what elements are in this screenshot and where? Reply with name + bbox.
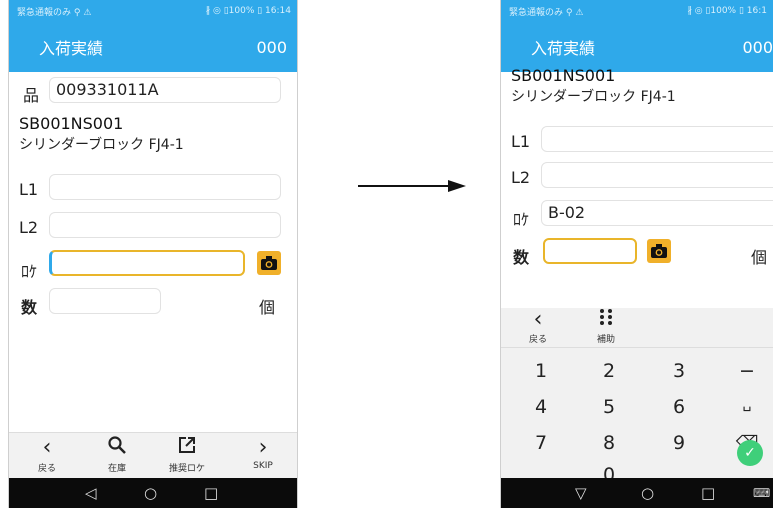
product-name: シリンダーブロック FJ4-1 <box>19 137 184 153</box>
l2-label: L2 <box>19 218 39 237</box>
back-label: 戻る <box>37 464 56 474</box>
status-bar: 緊急通報のみ ⚲ ⚠ ∦ ◎ ▯100% ▯ 16:1 <box>501 0 773 22</box>
quantity-label: 数 <box>513 248 530 267</box>
record-count: 000 <box>742 37 773 57</box>
camera-icon <box>261 256 277 270</box>
key-4[interactable]: 4 <box>521 396 561 418</box>
keyboard-back-button[interactable]: ‹ 戻る <box>523 308 553 348</box>
record-count: 000 <box>256 37 287 57</box>
keyboard-assist-label: 補助 <box>596 335 615 345</box>
l1-label: L1 <box>19 180 39 199</box>
key-9[interactable]: 9 <box>659 432 699 454</box>
stock-button[interactable]: 在庫 <box>97 433 137 479</box>
l2-field[interactable] <box>49 212 281 238</box>
unit-label: 個 <box>259 298 276 317</box>
nav-home-icon[interactable]: ○ <box>641 483 654 503</box>
key-8[interactable]: 8 <box>589 432 629 454</box>
transition-arrow-icon <box>358 180 466 192</box>
quantity-field[interactable] <box>49 288 161 314</box>
numeric-keyboard: ‹ 戻る 補助 1 2 3 − 4 5 6 ␣ 7 8 9 ⌫ , 0 . <box>501 308 773 486</box>
app-bar: 入荷実績 000 <box>9 22 297 72</box>
system-nav-bar: ◁ ○ □ <box>9 478 297 508</box>
l1-field[interactable] <box>541 126 773 152</box>
location-label: ﾛｹ <box>513 210 530 229</box>
camera-button[interactable] <box>647 239 671 263</box>
product-name: シリンダーブロック FJ4-1 <box>511 89 676 105</box>
nav-home-icon[interactable]: ○ <box>144 483 157 503</box>
key-2[interactable]: 2 <box>589 360 629 382</box>
key-minus[interactable]: − <box>727 360 767 382</box>
location-label: ﾛｹ <box>21 262 38 281</box>
l2-label: L2 <box>511 168 531 187</box>
l1-field[interactable] <box>49 174 281 200</box>
grid-dots-icon <box>591 308 621 332</box>
suggest-location-button[interactable]: 推奨ロケ <box>159 433 215 479</box>
status-right: ∦ ◎ ▯100% ▯ 16:1 <box>687 6 767 16</box>
skip-label: SKIP <box>253 461 273 471</box>
quantity-field[interactable] <box>543 238 637 264</box>
chevron-right-icon: › <box>258 435 268 460</box>
nav-recents-icon[interactable]: □ <box>701 483 715 503</box>
status-right: ∦ ◎ ▯100% ▯ 16:14 <box>205 6 291 16</box>
external-link-icon <box>159 433 215 461</box>
status-left: 緊急通報のみ ⚲ ⚠ <box>509 7 584 18</box>
location-field[interactable]: B-02 <box>541 200 773 226</box>
stock-label: 在庫 <box>107 464 126 474</box>
keyboard-toggle-icon[interactable]: ⌨ <box>753 483 770 503</box>
status-left: 緊急通報のみ ⚲ ⚠ <box>17 7 92 18</box>
system-nav-bar: ▽ ○ □ ⌨ <box>501 478 773 508</box>
phone-screen-before: 緊急通報のみ ⚲ ⚠ ∦ ◎ ▯100% ▯ 16:14 入荷実績 000 品 … <box>8 0 298 508</box>
chevron-left-icon: ‹ <box>42 435 52 460</box>
keyboard-back-label: 戻る <box>528 335 547 345</box>
product-code: SB001NS001 <box>511 66 616 85</box>
suggest-label: 推奨ロケ <box>168 464 205 474</box>
nav-back-icon[interactable]: ◁ <box>85 483 97 503</box>
item-code-field[interactable]: 009331011A <box>49 77 281 103</box>
app-bar: 入荷実績 000 <box>501 22 773 72</box>
quantity-label: 数 <box>21 298 38 317</box>
search-icon <box>97 433 137 461</box>
page-title: 入荷実績 <box>531 39 596 58</box>
camera-button[interactable] <box>257 251 281 275</box>
phone-screen-after: 緊急通報のみ ⚲ ⚠ ∦ ◎ ▯100% ▯ 16:1 入荷実績 000 SB0… <box>500 0 773 508</box>
skip-button[interactable]: › SKIP <box>243 433 283 479</box>
key-7[interactable]: 7 <box>521 432 561 454</box>
key-space[interactable]: ␣ <box>727 396 767 412</box>
key-confirm[interactable]: ✓ <box>737 440 763 466</box>
status-bar: 緊急通報のみ ⚲ ⚠ ∦ ◎ ▯100% ▯ 16:14 <box>9 0 297 22</box>
key-5[interactable]: 5 <box>589 396 629 418</box>
location-field[interactable] <box>49 250 245 276</box>
camera-icon <box>651 244 667 258</box>
l1-label: L1 <box>511 132 531 151</box>
chevron-left-icon: ‹ <box>533 307 543 332</box>
product-code: SB001NS001 <box>19 114 124 133</box>
key-1[interactable]: 1 <box>521 360 561 382</box>
keyboard-assist-button[interactable]: 補助 <box>591 308 621 348</box>
back-button[interactable]: ‹ 戻る <box>27 433 67 479</box>
page-title: 入荷実績 <box>39 39 104 58</box>
key-6[interactable]: 6 <box>659 396 699 418</box>
l2-field[interactable] <box>541 162 773 188</box>
key-3[interactable]: 3 <box>659 360 699 382</box>
bottom-toolbar: ‹ 戻る 在庫 推奨ロケ › SKIP <box>9 432 297 478</box>
nav-back-icon[interactable]: ▽ <box>575 483 587 503</box>
item-label: 品 <box>23 86 40 105</box>
unit-label: 個 <box>751 248 768 267</box>
nav-recents-icon[interactable]: □ <box>204 483 218 503</box>
